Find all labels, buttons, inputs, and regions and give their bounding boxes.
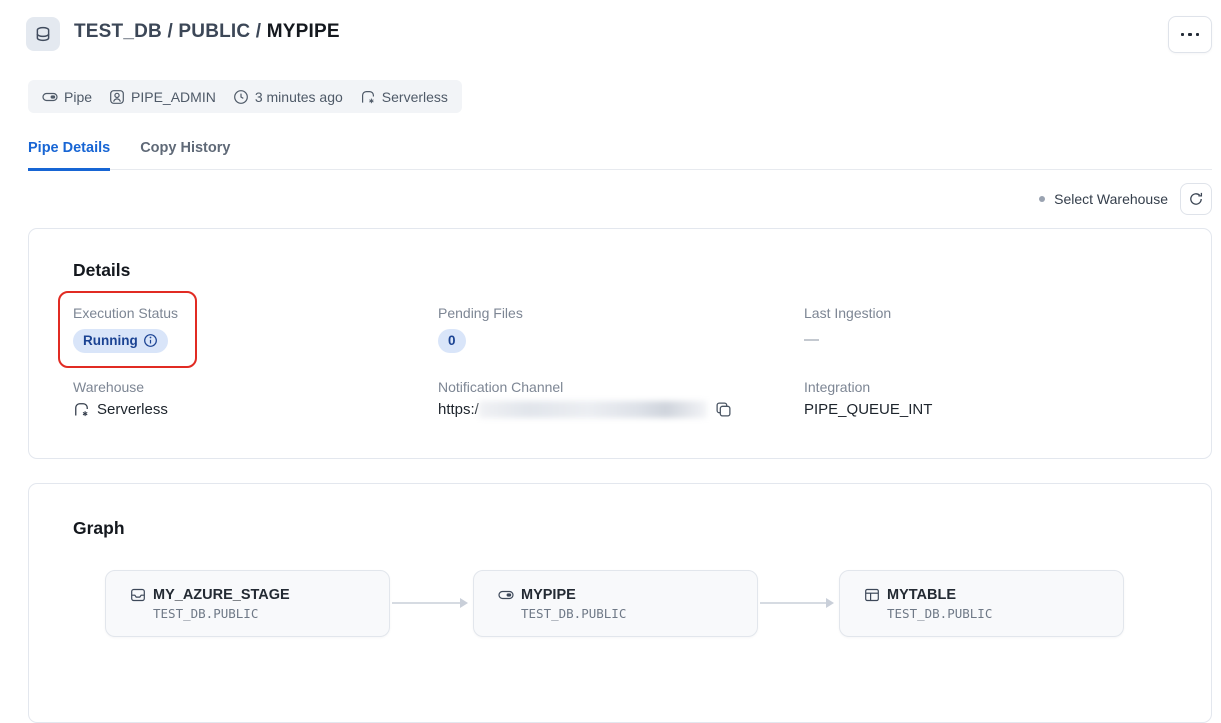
database-icon bbox=[34, 25, 52, 43]
node-name: MY_AZURE_STAGE bbox=[153, 586, 290, 603]
warehouse-value: Serverless bbox=[73, 401, 168, 418]
pending-files-label: Pending Files bbox=[438, 305, 523, 321]
notification-channel-value: https:/ bbox=[438, 401, 732, 418]
stage-icon bbox=[130, 587, 146, 603]
node-name: MYTABLE bbox=[887, 586, 957, 603]
notification-channel-redacted bbox=[478, 401, 707, 418]
serverless-icon bbox=[73, 401, 90, 418]
meta-owner-label: PIPE_ADMIN bbox=[131, 88, 216, 105]
meta-compute-label: Serverless bbox=[381, 88, 448, 105]
object-meta-bar: Pipe PIPE_ADMIN 3 minutes ago Serverless bbox=[28, 80, 462, 113]
pipe-icon bbox=[42, 89, 58, 105]
execution-status-label: Execution Status bbox=[73, 305, 179, 321]
pipe-icon bbox=[498, 587, 514, 603]
status-badge: Running bbox=[73, 329, 168, 353]
refresh-icon bbox=[1188, 191, 1204, 207]
node-qualifier: TEST_DB.PUBLIC bbox=[521, 605, 627, 621]
select-warehouse-control[interactable]: Select Warehouse bbox=[1039, 191, 1168, 207]
execution-status-value: Running bbox=[73, 329, 168, 353]
info-icon[interactable] bbox=[143, 333, 158, 348]
meta-updated-label: 3 minutes ago bbox=[254, 88, 343, 105]
graph-edge-stage-to-pipe bbox=[392, 598, 468, 608]
table-icon bbox=[864, 587, 880, 603]
node-name: MYPIPE bbox=[521, 586, 576, 603]
serverless-icon bbox=[360, 89, 376, 105]
tab-pipe-details[interactable]: Pipe Details bbox=[28, 132, 111, 171]
copy-icon[interactable] bbox=[715, 401, 732, 418]
object-type-badge bbox=[26, 17, 60, 51]
last-ingestion-label: Last Ingestion bbox=[804, 305, 892, 321]
tab-bar: Pipe Details Copy History bbox=[28, 132, 1212, 171]
meta-updated: 3 minutes ago bbox=[233, 89, 343, 105]
node-qualifier: TEST_DB.PUBLIC bbox=[153, 605, 259, 621]
page-title: TEST_DB / PUBLIC / MYPIPE bbox=[74, 21, 340, 43]
refresh-button[interactable] bbox=[1180, 183, 1212, 215]
details-heading: Details bbox=[73, 260, 131, 280]
user-role-icon bbox=[109, 89, 125, 105]
breadcrumb: TEST_DB / PUBLIC / bbox=[74, 21, 262, 42]
details-card: Details Execution Status Running Pending… bbox=[28, 228, 1212, 459]
meta-compute: Serverless bbox=[360, 89, 448, 105]
node-qualifier: TEST_DB.PUBLIC bbox=[887, 605, 993, 621]
pending-files-value: 0 bbox=[438, 329, 466, 353]
notification-channel-label: Notification Channel bbox=[438, 379, 564, 395]
clock-icon bbox=[233, 89, 249, 105]
graph-node-stage[interactable]: MY_AZURE_STAGE TEST_DB.PUBLIC bbox=[105, 570, 390, 637]
notification-channel-url: https:/ bbox=[438, 401, 479, 418]
meta-type: Pipe bbox=[42, 89, 92, 105]
ellipsis-icon bbox=[1180, 32, 1200, 37]
graph-card: Graph MY_AZURE_STAGE TEST_DB.PUBLIC MYPI… bbox=[28, 483, 1212, 723]
last-ingestion-value: — bbox=[804, 331, 819, 348]
meta-owner: PIPE_ADMIN bbox=[109, 89, 216, 105]
object-name: MYPIPE bbox=[266, 21, 340, 42]
warehouse-value-text: Serverless bbox=[97, 401, 168, 418]
integration-value: PIPE_QUEUE_INT bbox=[804, 401, 933, 418]
toolbar: Select Warehouse bbox=[0, 183, 1212, 215]
graph-heading: Graph bbox=[73, 518, 125, 538]
status-badge-text: Running bbox=[83, 333, 138, 348]
pending-files-badge: 0 bbox=[438, 329, 466, 353]
integration-label: Integration bbox=[804, 379, 871, 395]
warehouse-status-dot-icon bbox=[1039, 196, 1046, 202]
graph-node-table[interactable]: MYTABLE TEST_DB.PUBLIC bbox=[839, 570, 1124, 637]
meta-type-label: Pipe bbox=[64, 88, 93, 105]
graph-edge-pipe-to-table bbox=[760, 598, 834, 608]
warehouse-label: Warehouse bbox=[73, 379, 145, 395]
select-warehouse-label: Select Warehouse bbox=[1054, 191, 1168, 207]
tab-copy-history[interactable]: Copy History bbox=[140, 132, 230, 169]
more-actions-button[interactable] bbox=[1168, 16, 1212, 53]
graph-node-pipe[interactable]: MYPIPE TEST_DB.PUBLIC bbox=[473, 570, 758, 637]
